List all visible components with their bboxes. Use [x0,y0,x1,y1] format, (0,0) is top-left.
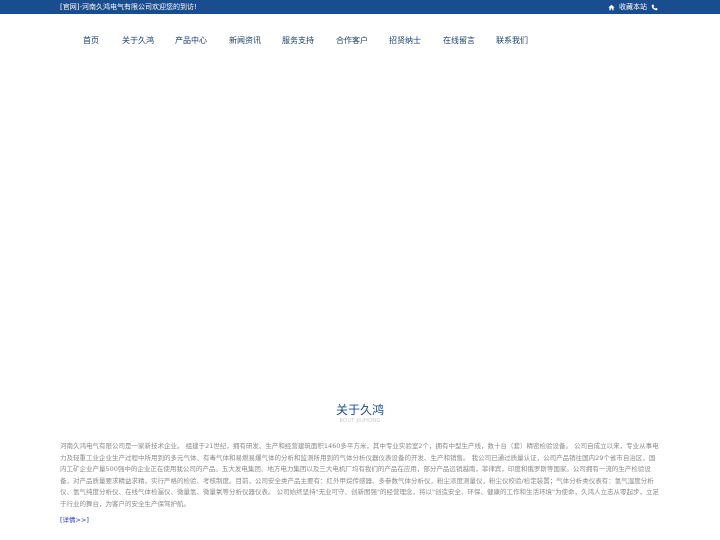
nav-news[interactable]: 新闻资讯 [229,35,261,46]
about-section-body: 河南久鸿电气有限公司是一家新技术企业。 组建于21世纪，拥有研发、生产和经营建筑… [60,442,660,508]
nav-message[interactable]: 在线留言 [443,35,475,46]
bookmark-site-link[interactable]: 收藏本站 [619,2,647,12]
nav-home[interactable]: 首页 [83,35,99,46]
nav-about[interactable]: 关于久鸿 [122,35,154,46]
nav-service[interactable]: 服务支持 [282,35,314,46]
nav-contact[interactable]: 联系我们 [496,35,528,46]
home-icon [608,4,615,11]
about-details-link[interactable]: [详情>>] [60,516,89,525]
phone-icon [651,4,658,11]
main-navigation: 首页 关于久鸿 产品中心 新闻资讯 服务支持 合作客户 招贤纳士 在线留言 联系… [0,14,720,64]
top-bar: [官网]-河南久鸿电气有限公司欢迎您的到访! 收藏本站 [0,0,720,14]
hero-banner [0,64,720,390]
top-bar-actions: 收藏本站 [608,2,658,12]
nav-products[interactable]: 产品中心 [175,35,207,46]
about-section-title: 关于久鸿 [335,403,384,417]
welcome-text: [官网]-河南久鸿电气有限公司欢迎您的到访! [60,3,197,11]
nav-clients[interactable]: 合作客户 [336,35,368,46]
about-section-subtitle: BOUT JIUHONG [339,418,381,424]
nav-careers[interactable]: 招贤纳士 [389,35,421,46]
